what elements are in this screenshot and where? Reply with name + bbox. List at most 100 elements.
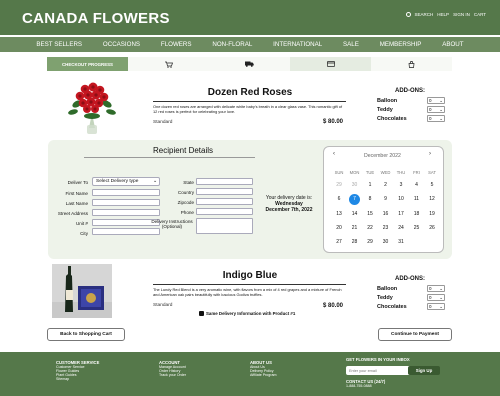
calendar-next-icon[interactable]: › xyxy=(429,151,431,157)
nav-sale[interactable]: SALE xyxy=(343,41,359,48)
calendar-prev-icon[interactable]: ‹ xyxy=(333,151,335,157)
calendar-day[interactable]: 27 xyxy=(332,237,346,247)
state-label: State xyxy=(183,180,194,185)
nav-about[interactable]: ABOUT xyxy=(442,41,463,48)
calendar-day[interactable]: 25 xyxy=(410,223,424,233)
footer-link[interactable]: Affiliate Program xyxy=(250,373,277,377)
calendar-day[interactable]: 3 xyxy=(394,180,408,190)
recipient-title: Recipient Details xyxy=(153,146,214,155)
addon-quantity-select[interactable]: 0 ⌄ xyxy=(427,115,445,122)
calendar-day[interactable]: 9 xyxy=(379,194,393,204)
newsletter-email-input[interactable]: Enter your email xyxy=(346,366,412,375)
deliver-to-label: Deliver To xyxy=(67,180,88,185)
calendar-day[interactable]: 24 xyxy=(394,223,408,233)
bag-icon xyxy=(408,60,415,68)
product2-addons: Balloon 0 ⌄ Teddy 0 ⌄ Chocolates 0 ⌄ xyxy=(377,284,445,311)
progress-step-delivery[interactable] xyxy=(209,57,290,71)
footer-about: ABOUT US About Us Delivery Policy Affili… xyxy=(250,360,277,377)
country-input[interactable] xyxy=(196,188,253,195)
help-link[interactable]: HELP xyxy=(437,12,449,17)
calendar-day[interactable]: 4 xyxy=(410,180,424,190)
nav-membership[interactable]: MEMBERSHIP xyxy=(380,41,422,48)
phone-label: Phone xyxy=(180,210,194,215)
calendar-day[interactable]: 30 xyxy=(379,237,393,247)
phone-input[interactable] xyxy=(196,208,253,215)
contact-phone[interactable]: 1-888-755-0888 xyxy=(346,384,372,388)
addon-quantity-select[interactable]: 0 ⌄ xyxy=(427,106,445,113)
calendar-day[interactable]: 5 xyxy=(425,180,439,190)
nav-occasions[interactable]: OCCASIONS xyxy=(103,41,140,48)
calendar-day[interactable]: 21 xyxy=(348,223,362,233)
same-delivery-checkbox[interactable] xyxy=(199,311,204,316)
addon-balloon: Balloon 0 ⌄ xyxy=(377,96,445,105)
footer-link[interactable]: Track your Order xyxy=(159,373,186,377)
sign-in-link[interactable]: SIGN IN xyxy=(453,12,470,17)
footer-customer-service: CUSTOMER SERVICE Customer Service Flower… xyxy=(56,360,99,381)
continue-to-payment-button[interactable]: Continue to Payment xyxy=(378,328,452,341)
back-to-cart-button[interactable]: Back to Shopping Cart xyxy=(47,328,125,341)
calendar-day[interactable]: 16 xyxy=(379,209,393,219)
calendar-day[interactable]: 12 xyxy=(425,194,439,204)
calendar-day[interactable]: 10 xyxy=(394,194,408,204)
city-label: City xyxy=(80,231,88,236)
calendar-weekday: MON xyxy=(349,170,360,175)
addon-label: Teddy xyxy=(377,106,393,113)
progress-step-payment[interactable] xyxy=(290,57,371,71)
calendar-day[interactable]: 7 xyxy=(349,193,360,205)
site-logo[interactable]: CANADA FLOWERS xyxy=(22,10,170,27)
product1-name: Dozen Red Roses xyxy=(207,87,293,98)
calendar-day[interactable]: 29 xyxy=(332,180,346,190)
calendar-day[interactable]: 29 xyxy=(363,237,377,247)
cart-link[interactable]: CART xyxy=(474,12,486,17)
calendar-day[interactable]: 20 xyxy=(332,223,346,233)
addon-chocolates: Chocolates 0 ⌄ xyxy=(377,114,445,123)
calendar-day[interactable]: 15 xyxy=(363,209,377,219)
instructions-input[interactable] xyxy=(196,218,253,234)
calendar-day[interactable]: 31 xyxy=(394,237,408,247)
calendar-day[interactable]: 1 xyxy=(363,180,377,190)
progress-step-confirm[interactable] xyxy=(371,57,452,71)
nav-flowers[interactable]: FLOWERS xyxy=(161,41,192,48)
calendar-day[interactable]: 22 xyxy=(363,223,377,233)
chevron-down-icon: ⌄ xyxy=(439,115,443,121)
addon-quantity-select[interactable]: 0 ⌄ xyxy=(427,303,445,310)
footer-link[interactable]: Sitemap xyxy=(56,377,99,381)
calendar-day[interactable]: 18 xyxy=(410,209,424,219)
addon-chocolates: Chocolates 0 ⌄ xyxy=(377,302,445,311)
state-input[interactable] xyxy=(196,178,253,185)
search-icon[interactable] xyxy=(405,12,411,17)
calendar-day[interactable]: 14 xyxy=(348,209,362,219)
product2-price: $ 80.00 xyxy=(323,303,344,309)
same-delivery-option[interactable]: Same Delivery Information with Product #… xyxy=(199,311,295,316)
progress-step-cart[interactable] xyxy=(128,57,209,71)
calendar-day[interactable]: 2 xyxy=(379,180,393,190)
cart-icon xyxy=(164,61,173,68)
calendar-day[interactable]: 11 xyxy=(410,194,424,204)
newsletter-signup-button[interactable]: Sign Up xyxy=(408,366,440,375)
product1-addons: Balloon 0 ⌄ Teddy 0 ⌄ Chocolates 0 ⌄ xyxy=(377,96,445,123)
calendar-day[interactable]: 13 xyxy=(332,209,346,219)
nav-best-sellers[interactable]: BEST SELLERS xyxy=(36,41,82,48)
calendar-day[interactable]: 30 xyxy=(348,180,362,190)
nav-non-floral[interactable]: NON-FLORAL xyxy=(212,41,252,48)
chevron-down-icon: ⌄ xyxy=(439,285,443,291)
calendar-day[interactable]: 8 xyxy=(363,194,377,204)
search-link[interactable]: SEARCH xyxy=(415,12,434,17)
calendar-day[interactable]: 19 xyxy=(425,209,439,219)
addon-quantity-select[interactable]: 0 ⌄ xyxy=(427,285,445,292)
calendar-day[interactable]: 23 xyxy=(379,223,393,233)
addon-label: Teddy xyxy=(377,294,393,301)
progress-step-label: CHECKOUT PROGRESS xyxy=(47,57,128,71)
calendar-day[interactable]: 28 xyxy=(348,237,362,247)
nav-international[interactable]: INTERNATIONAL xyxy=(273,41,322,48)
calendar-day[interactable]: 17 xyxy=(394,209,408,219)
addon-quantity-select[interactable]: 0 ⌄ xyxy=(427,97,445,104)
addon-label: Chocolates xyxy=(377,115,407,122)
calendar-day[interactable]: 6 xyxy=(332,194,346,204)
instructions-label: Delivery Instructions (Optional) xyxy=(151,219,193,230)
calendar-day[interactable]: 26 xyxy=(425,223,439,233)
zipcode-input[interactable] xyxy=(196,198,253,205)
product2-addons-title: ADD-ONS: xyxy=(395,276,425,282)
first-name-label: First Name xyxy=(65,191,88,196)
addon-quantity-select[interactable]: 0 ⌄ xyxy=(427,294,445,301)
